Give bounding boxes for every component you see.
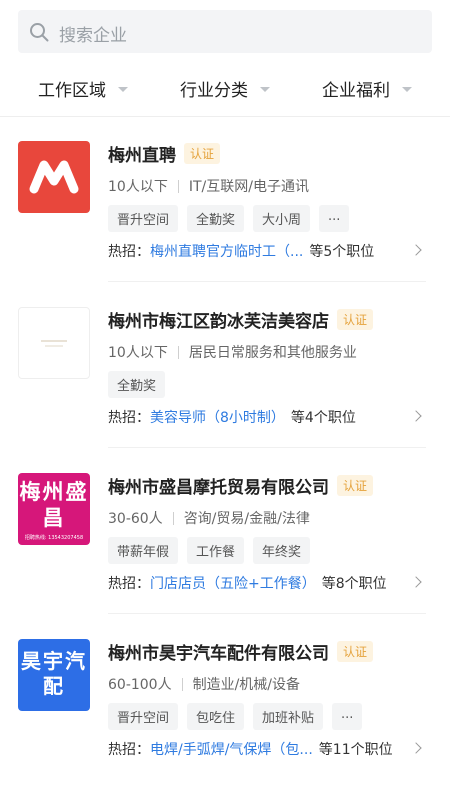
logo-text: 昊宇汽配: [21, 649, 87, 698]
hot-job-link[interactable]: 电焊/手弧焊/气保焊（包...: [150, 739, 313, 759]
job-count: 等5个职位: [309, 244, 375, 260]
job-count: 等11个职位: [318, 742, 393, 758]
search-icon: [30, 23, 49, 42]
filter-work-area[interactable]: 工作区域: [38, 76, 128, 101]
verified-badge: 认证: [337, 641, 374, 662]
benefit-tag: 晋升空间: [108, 205, 179, 232]
company-meta: 60-100人 制造业/机械/设备: [108, 674, 300, 694]
benefit-tag: 大小周: [253, 205, 311, 232]
company-size: 10人以下: [108, 179, 168, 195]
company-industry: IT/互联网/电子通讯: [188, 179, 309, 195]
company-meta: 10人以下 居民日常服务和其他服务业: [108, 342, 357, 362]
benefit-tag: 全勤奖: [108, 371, 166, 398]
filter-industry[interactable]: 行业分类: [180, 76, 270, 101]
job-count: 等4个职位: [290, 410, 356, 426]
hot-prefix: 热招：: [108, 576, 150, 592]
company-meta: 10人以下 IT/互联网/电子通讯: [108, 176, 309, 196]
company-name: 梅州市昊宇汽车配件有限公司 认证: [108, 639, 374, 664]
company-card[interactable]: 昊宇汽配 梅州市昊宇汽车配件有限公司 认证 60-100人 制造业/机械/设备 …: [0, 615, 450, 780]
company-card[interactable]: 梅州盛昌 招聘热线: 13543207458 梅州市盛昌摩托贸易有限公司 认证 …: [0, 449, 450, 614]
benefit-tags: 晋升空间 全勤奖 大小周 ...: [108, 205, 358, 232]
benefit-tag-more: ...: [319, 205, 350, 232]
benefit-tag: 加班补贴: [253, 703, 324, 730]
verified-badge: 认证: [337, 309, 374, 330]
company-size: 60-100人: [108, 677, 172, 693]
benefit-tags: 带薪年假 工作餐 年终奖: [108, 537, 319, 564]
divider: [108, 281, 426, 282]
verified-badge: 认证: [184, 143, 221, 164]
benefit-tag: 带薪年假: [108, 537, 179, 564]
divider: [108, 447, 426, 448]
company-name-text: 梅州市盛昌摩托贸易有限公司: [108, 478, 329, 498]
hot-prefix: 热招：: [108, 742, 150, 758]
hot-job-link[interactable]: 美容导师（8小时制）: [150, 407, 285, 427]
company-name: 梅州直聘 认证: [108, 141, 221, 166]
hot-prefix: 热招：: [108, 244, 150, 260]
search-input[interactable]: 搜索企业: [18, 10, 432, 53]
benefit-tag: 晋升空间: [108, 703, 179, 730]
hot-job-link[interactable]: 门店店员（五险+工作餐）: [150, 573, 316, 593]
company-name: 梅州市梅江区韵冰芙洁美容店 认证: [108, 307, 374, 332]
company-name-text: 梅州市昊宇汽车配件有限公司: [108, 644, 329, 664]
caret-down-icon: [260, 87, 270, 92]
hot-prefix: 热招：: [108, 410, 150, 426]
benefit-tags: 晋升空间 包吃住 加班补贴 ...: [108, 703, 371, 730]
company-industry: 居民日常服务和其他服务业: [188, 345, 357, 361]
filter-benefits[interactable]: 企业福利: [322, 76, 412, 101]
haoyu-logo-icon: 昊宇汽配: [18, 639, 90, 711]
divider: [172, 511, 174, 525]
company-card[interactable]: 梅州市梅江区韵冰芙洁美容店 认证 10人以下 居民日常服务和其他服务业 全勤奖 …: [0, 283, 450, 448]
company-name-text: 梅州直聘: [108, 146, 176, 166]
hot-jobs[interactable]: 热招： 门店店员（五险+工作餐） 等8个职位: [108, 573, 418, 593]
company-name: 梅州市盛昌摩托贸易有限公司 认证: [108, 473, 374, 498]
company-size: 10人以下: [108, 345, 168, 361]
logo-small-text: 招聘热线: 13543207458: [24, 535, 84, 541]
filter-label: 行业分类: [180, 81, 248, 101]
company-meta: 30-60人 咨询/贸易/金融/法律: [108, 508, 310, 528]
company-industry: 制造业/机械/设备: [192, 677, 301, 693]
filter-bar: 工作区域 行业分类 企业福利: [0, 66, 450, 111]
filter-label: 工作区域: [38, 81, 106, 101]
divider: [177, 179, 179, 193]
search-placeholder: 搜索企业: [59, 26, 127, 46]
caret-down-icon: [118, 87, 128, 92]
company-card[interactable]: 梅州直聘 认证 10人以下 IT/互联网/电子通讯 晋升空间 全勤奖 大小周 .…: [0, 117, 450, 282]
benefit-tag: 年终奖: [253, 537, 311, 564]
benefit-tag: 包吃住: [187, 703, 245, 730]
shengchang-logo-icon: 梅州盛昌 招聘热线: 13543207458: [18, 473, 90, 545]
company-industry: 咨询/贸易/金融/法律: [183, 511, 310, 527]
logo-text: 梅州盛昌: [19, 480, 89, 530]
divider: [108, 613, 426, 614]
benefit-tag: 全勤奖: [187, 205, 245, 232]
divider: [181, 677, 183, 691]
benefit-tag: 工作餐: [187, 537, 245, 564]
job-count: 等8个职位: [321, 576, 387, 592]
hot-jobs[interactable]: 热招： 梅州直聘官方临时工（... 等5个职位: [108, 241, 418, 261]
hot-jobs[interactable]: 热招： 电焊/手弧焊/气保焊（包... 等11个职位: [108, 739, 418, 759]
company-size: 30-60人: [108, 511, 163, 527]
verified-badge: 认证: [337, 475, 374, 496]
hot-job-link[interactable]: 梅州直聘官方临时工（...: [150, 241, 303, 261]
beauty-logo-icon: [18, 307, 90, 379]
benefit-tags: 全勤奖: [108, 371, 174, 398]
benefit-tag-more: ...: [332, 703, 363, 730]
divider: [177, 345, 179, 359]
filter-label: 企业福利: [322, 81, 390, 101]
company-name-text: 梅州市梅江区韵冰芙洁美容店: [108, 312, 329, 332]
hot-jobs[interactable]: 热招： 美容导师（8小时制） 等4个职位: [108, 407, 418, 427]
caret-down-icon: [402, 87, 412, 92]
mz-logo-icon: [18, 141, 90, 213]
